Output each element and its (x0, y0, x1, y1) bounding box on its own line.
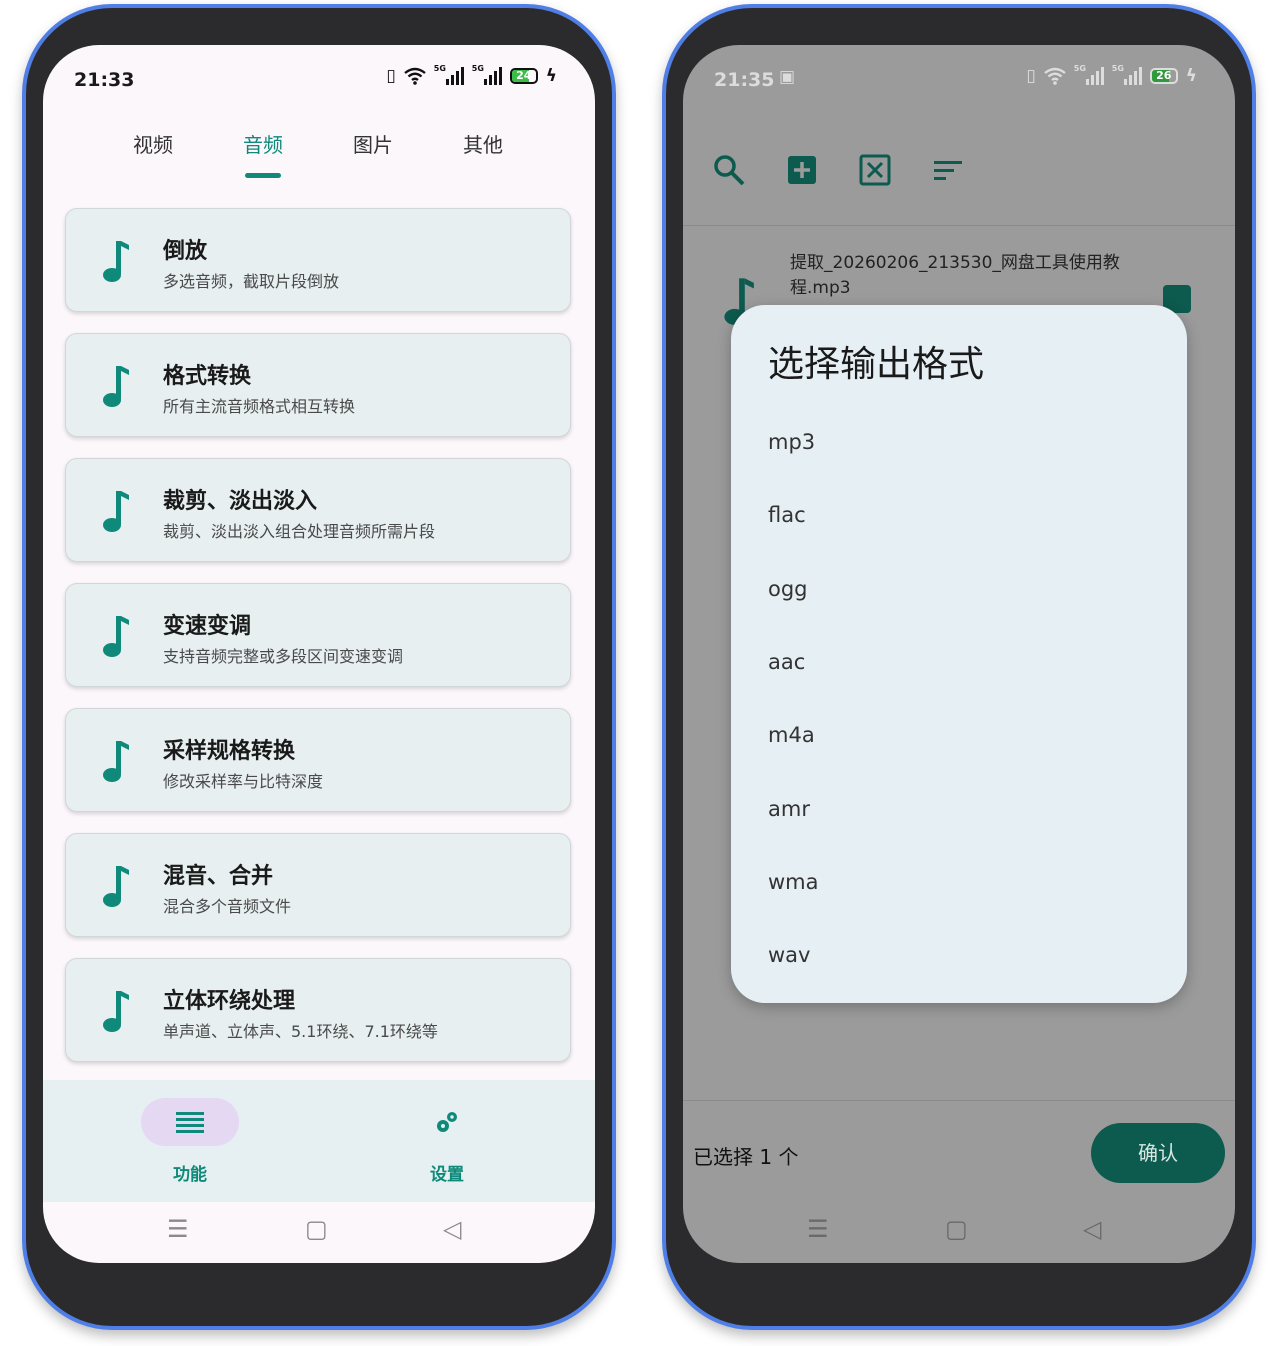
system-nav-bar: ☰ ▢ ◁ (43, 1203, 595, 1263)
tab-image[interactable]: 图片 (318, 129, 428, 158)
format-option-wav[interactable]: wav (768, 943, 810, 967)
signal-icon: 5G (472, 64, 502, 85)
signal-icon: 5G (434, 64, 464, 85)
music-note-icon (103, 866, 129, 907)
nav-settings-pill (398, 1098, 496, 1146)
card-subtitle: 所有主流音频格式相互转换 (163, 397, 356, 416)
search-icon[interactable] (712, 153, 746, 187)
card-subtitle: 多选音频，截取片段倒放 (163, 272, 340, 291)
card-subtitle: 修改采样率与比特深度 (163, 772, 324, 791)
back-icon[interactable]: ◁ (1083, 1215, 1101, 1243)
format-option-amr[interactable]: amr (768, 797, 810, 821)
card-title: 采样规格转换 (163, 739, 296, 764)
card-title: 变速变调 (163, 614, 252, 639)
card-subtitle: 裁剪、淡出淡入组合处理音频所需片段 (163, 522, 436, 541)
format-option-ogg[interactable]: ogg (768, 577, 808, 601)
tab-audio[interactable]: 音频 (208, 129, 318, 158)
format-dialog: 选择输出格式 mp3 flac ogg aac m4a amr wma wav (731, 305, 1187, 1003)
wifi-icon (404, 67, 426, 85)
system-nav-bar: ☰ ▢ ◁ (683, 1203, 1235, 1263)
toolbar (683, 135, 1235, 226)
bottom-action-bar: 已选择 1 个 确认 (683, 1100, 1235, 1201)
card-title: 格式转换 (163, 364, 252, 389)
card-format-convert[interactable]: 格式转换 所有主流音频格式相互转换 (65, 333, 571, 437)
nav-settings-label: 设置 (430, 1165, 464, 1185)
card-title: 裁剪、淡出淡入 (163, 489, 318, 514)
notification-icon: ▣ (779, 67, 796, 87)
status-bar: 21:35 ▣ ▯ 5G 5G 26 ϟ (683, 45, 1235, 115)
selected-count: 已选择 1 个 (693, 1145, 799, 1169)
music-note-icon (103, 616, 129, 657)
tab-video[interactable]: 视频 (98, 129, 208, 158)
status-bar: 21:33 ▯ 5G 5G 24 ϟ (43, 45, 595, 115)
tab-indicator (245, 173, 281, 178)
card-title: 倒放 (163, 239, 208, 264)
music-note-icon (103, 366, 129, 407)
card-sample-rate[interactable]: 采样规格转换 修改采样率与比特深度 (65, 708, 571, 812)
music-note-icon (103, 241, 129, 282)
card-mix-merge[interactable]: 混音、合并 混合多个音频文件 (65, 833, 571, 937)
nav-features-pill (141, 1098, 239, 1146)
recent-apps-icon[interactable]: ☰ (807, 1215, 829, 1243)
card-reverse[interactable]: 倒放 多选音频，截取片段倒放 (65, 208, 571, 312)
format-option-aac[interactable]: aac (768, 650, 805, 674)
battery-icon: 24 (509, 68, 538, 84)
battery-icon: 26 (1149, 68, 1178, 84)
format-option-wma[interactable]: wma (768, 870, 819, 894)
signal-icon: 5G (1112, 64, 1142, 85)
status-icons: ▯ 5G 5G 24 ϟ (386, 64, 557, 86)
card-title: 立体环绕处理 (163, 989, 296, 1014)
charging-icon: ϟ (1185, 65, 1197, 86)
settings-icon (437, 1112, 457, 1132)
format-option-flac[interactable]: flac (768, 503, 806, 527)
card-subtitle: 混合多个音频文件 (163, 897, 292, 916)
status-icons: ▯ 5G 5G 26 ϟ (1026, 64, 1197, 86)
close-box-icon[interactable] (858, 153, 892, 187)
tab-other[interactable]: 其他 (428, 129, 538, 158)
recent-apps-icon[interactable]: ☰ (167, 1215, 189, 1243)
status-time: 21:35 (714, 69, 775, 91)
signal-icon: 5G (1074, 64, 1104, 85)
menu-icon (176, 1112, 204, 1133)
file-name: 提取_20260206_213530_网盘工具使用教程.mp3 (790, 253, 1120, 298)
vibrate-icon: ▯ (1026, 65, 1036, 86)
music-note-icon (103, 741, 129, 782)
music-note-icon (103, 991, 129, 1032)
card-trim-fade[interactable]: 裁剪、淡出淡入 裁剪、淡出淡入组合处理音频所需片段 (65, 458, 571, 562)
status-time: 21:33 (74, 69, 135, 91)
music-note-icon (103, 491, 129, 532)
left-screen: 21:33 ▯ 5G 5G 24 ϟ 视频 音频 图片 其他 倒放 多选音频，截… (43, 45, 595, 1263)
format-option-m4a[interactable]: m4a (768, 723, 815, 747)
card-subtitle: 单声道、立体声、5.1环绕、7.1环绕等 (163, 1022, 438, 1041)
card-surround[interactable]: 立体环绕处理 单声道、立体声、5.1环绕、7.1环绕等 (65, 958, 571, 1062)
add-box-icon[interactable] (785, 153, 819, 187)
home-icon[interactable]: ▢ (305, 1215, 328, 1243)
dialog-title: 选择输出格式 (768, 344, 985, 385)
card-subtitle: 支持音频完整或多段区间变速变调 (163, 647, 404, 666)
tab-bar: 视频 音频 图片 其他 (43, 123, 595, 183)
wifi-icon (1044, 67, 1066, 85)
left-phone: 21:33 ▯ 5G 5G 24 ϟ 视频 音频 图片 其他 倒放 多选音频，截… (22, 4, 616, 1330)
right-screen: 21:35 ▣ ▯ 5G 5G 26 ϟ 提取_20260206_213530_… (683, 45, 1235, 1263)
confirm-button[interactable]: 确认 (1091, 1123, 1225, 1183)
home-icon[interactable]: ▢ (945, 1215, 968, 1243)
nav-features-label: 功能 (173, 1165, 207, 1185)
vibrate-icon: ▯ (386, 65, 396, 86)
card-speed-pitch[interactable]: 变速变调 支持音频完整或多段区间变速变调 (65, 583, 571, 687)
bottom-nav: 功能 设置 (43, 1080, 595, 1202)
format-option-mp3[interactable]: mp3 (768, 430, 815, 454)
back-icon[interactable]: ◁ (443, 1215, 461, 1243)
nav-settings[interactable]: 设置 (377, 1098, 517, 1185)
sort-icon[interactable] (931, 153, 965, 187)
card-title: 混音、合并 (163, 864, 274, 889)
charging-icon: ϟ (545, 65, 557, 86)
right-phone: 21:35 ▣ ▯ 5G 5G 26 ϟ 提取_20260206_213530_… (662, 4, 1256, 1330)
nav-features[interactable]: 功能 (120, 1098, 260, 1185)
